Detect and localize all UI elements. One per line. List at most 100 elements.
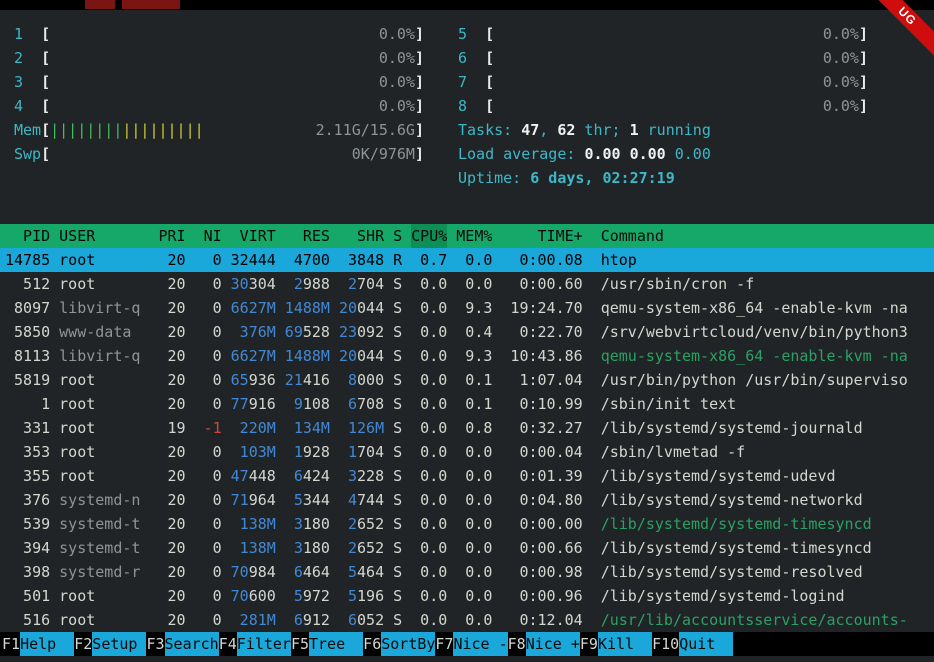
tasks-count: 47 [521,118,539,142]
res-cell: 1488M [285,296,330,320]
cpu-cell: 0.0 [411,608,447,632]
command-cell: /lib/systemd/systemd-journald [601,416,934,440]
column-header-pri[interactable]: PRI [158,224,185,248]
table-row[interactable]: 14785 root 20 0 32444 4700 3848 R 0.7 0.… [0,248,934,272]
column-header-user[interactable]: USER [59,224,149,248]
table-row[interactable]: 539 systemd-t 20 0 138M 3180 2652 S 0.0 … [0,512,934,536]
table-row[interactable]: 398 systemd-r 20 0 70984 6464 5464 S 0.0… [0,560,934,584]
pid-cell: 394 [5,536,50,560]
table-row[interactable]: 355 root 20 0 47448 6424 3228 S 0.0 0.0 … [0,464,934,488]
table-row[interactable]: 501 root 20 0 70600 5972 5196 S 0.0 0.0 … [0,584,934,608]
table-row[interactable]: 331 root 19 -1 220M 134M 126M S 0.0 0.8 … [0,416,934,440]
state-cell: S [393,584,402,608]
cpu-meter-label: 6 [458,46,485,70]
time-cell: 0:00.66 [501,536,582,560]
table-row[interactable]: 1 root 20 0 77916 9108 6708 S 0.0 0.1 0:… [0,392,934,416]
topbar-decoration [122,0,180,9]
virt-cell: 6627M [231,344,276,368]
pri-cell: 20 [158,248,185,272]
ni-cell: 0 [195,296,222,320]
pid-cell: 512 [5,272,50,296]
column-header-cpu[interactable]: CPU% [411,224,447,248]
table-row[interactable]: 516 root 20 0 281M 6912 6052 S 0.0 0.0 0… [0,608,934,632]
meter-bracket: [ [485,94,494,118]
command-cell: qemu-system-x86_64 -enable-kvm -na [601,296,934,320]
res-cell: 6464 [285,560,330,584]
shr-cell: 3848 [339,248,384,272]
meter-bracket: [ [485,22,494,46]
function-button[interactable]: F3 Search [146,632,218,656]
res-cell: 5972 [285,584,330,608]
column-header-shr[interactable]: SHR [339,224,384,248]
mem-cell: 0.0 [456,560,492,584]
column-header-ni[interactable]: NI [195,224,222,248]
function-button[interactable]: F4 Filter [219,632,291,656]
table-row[interactable]: 394 systemd-t 20 0 138M 3180 2652 S 0.0 … [0,536,934,560]
user-cell: libvirt-q [59,296,149,320]
function-label: SortBy [381,632,435,656]
cpu-cell: 0.0 [411,440,447,464]
column-header-command[interactable]: Command [601,224,934,248]
ni-cell: 0 [195,464,222,488]
table-row[interactable]: 512 root 20 0 30304 2988 2704 S 0.0 0.0 … [0,272,934,296]
cpu-meter-1: 1[0.0%] [14,22,424,46]
virt-cell: 138M [231,512,276,536]
shr-cell: 2652 [339,536,384,560]
res-cell: 69528 [285,320,330,344]
column-header-time[interactable]: TIME+ [501,224,582,248]
function-label: Help [20,632,74,656]
meter-bracket: ] [415,22,424,46]
table-row[interactable]: 5819 root 20 0 65936 21416 8000 S 0.0 0.… [0,368,934,392]
column-header-res[interactable]: RES [285,224,330,248]
function-button[interactable]: F10 Quit [652,632,733,656]
mem-cell: 0.8 [456,416,492,440]
ni-cell: 0 [195,608,222,632]
shr-cell: 4744 [339,488,384,512]
command-cell: /lib/systemd/systemd-logind [601,584,934,608]
table-row[interactable]: 8097 libvirt-q 20 0 6627M 1488M 20044 S … [0,296,934,320]
cpu-meter-value: 0.0% [823,94,859,118]
time-cell: 0:00.98 [501,560,582,584]
function-button[interactable]: F7 Nice - [435,632,507,656]
column-header-state[interactable]: S [393,224,402,248]
function-button[interactable]: F5 Tree [291,632,363,656]
column-header-pid[interactable]: PID [5,224,50,248]
time-cell: 0:00.00 [501,512,582,536]
pid-cell: 539 [5,512,50,536]
virt-cell: 6627M [231,296,276,320]
pri-cell: 20 [158,392,185,416]
time-cell: 0:04.80 [501,488,582,512]
meter-column-left: 1[0.0%] 2[0.0%] 3[0.0%] 4[0.0%] Mem[||||… [14,22,424,190]
cpu-meter-label: 1 [14,22,41,46]
htop-terminal: 1[0.0%] 2[0.0%] 3[0.0%] 4[0.0%] Mem[||||… [0,10,934,656]
ni-cell: 0 [195,272,222,296]
function-button[interactable]: F2 Setup [74,632,146,656]
function-button[interactable]: F8 Nice + [508,632,580,656]
pid-cell: 8097 [5,296,50,320]
function-button[interactable]: F1 Help [2,632,74,656]
res-cell: 4700 [285,248,330,272]
table-row[interactable]: 5850 www-data 20 0 376M 69528 23092 S 0.… [0,320,934,344]
command-cell: /usr/sbin/cron -f [601,272,934,296]
column-header-virt[interactable]: VIRT [231,224,276,248]
column-header-mem[interactable]: MEM% [456,224,492,248]
load-fifteen: 0.00 [666,142,711,166]
function-button[interactable]: F9 Kill [580,632,652,656]
cpu-cell: 0.7 [411,248,447,272]
tasks-summary: Tasks: 47, 62 thr; 1 running [458,118,868,142]
pid-cell: 5819 [5,368,50,392]
time-cell: 0:00.08 [501,248,582,272]
table-row[interactable]: 353 root 20 0 103M 1928 1704 S 0.0 0.0 0… [0,440,934,464]
state-cell: S [393,320,402,344]
user-cell: root [59,272,149,296]
cpu-meter-label: 4 [14,94,41,118]
virt-cell: 70600 [231,584,276,608]
time-cell: 0:00.60 [501,272,582,296]
function-key: F4 [219,632,237,656]
function-label: Tree [309,632,363,656]
table-row[interactable]: 376 systemd-n 20 0 71964 5344 4744 S 0.0… [0,488,934,512]
function-button[interactable]: F6 SortBy [363,632,435,656]
table-row[interactable]: 8113 libvirt-q 20 0 6627M 1488M 20044 S … [0,344,934,368]
virt-cell: 47448 [231,464,276,488]
shr-cell: 20044 [339,296,384,320]
